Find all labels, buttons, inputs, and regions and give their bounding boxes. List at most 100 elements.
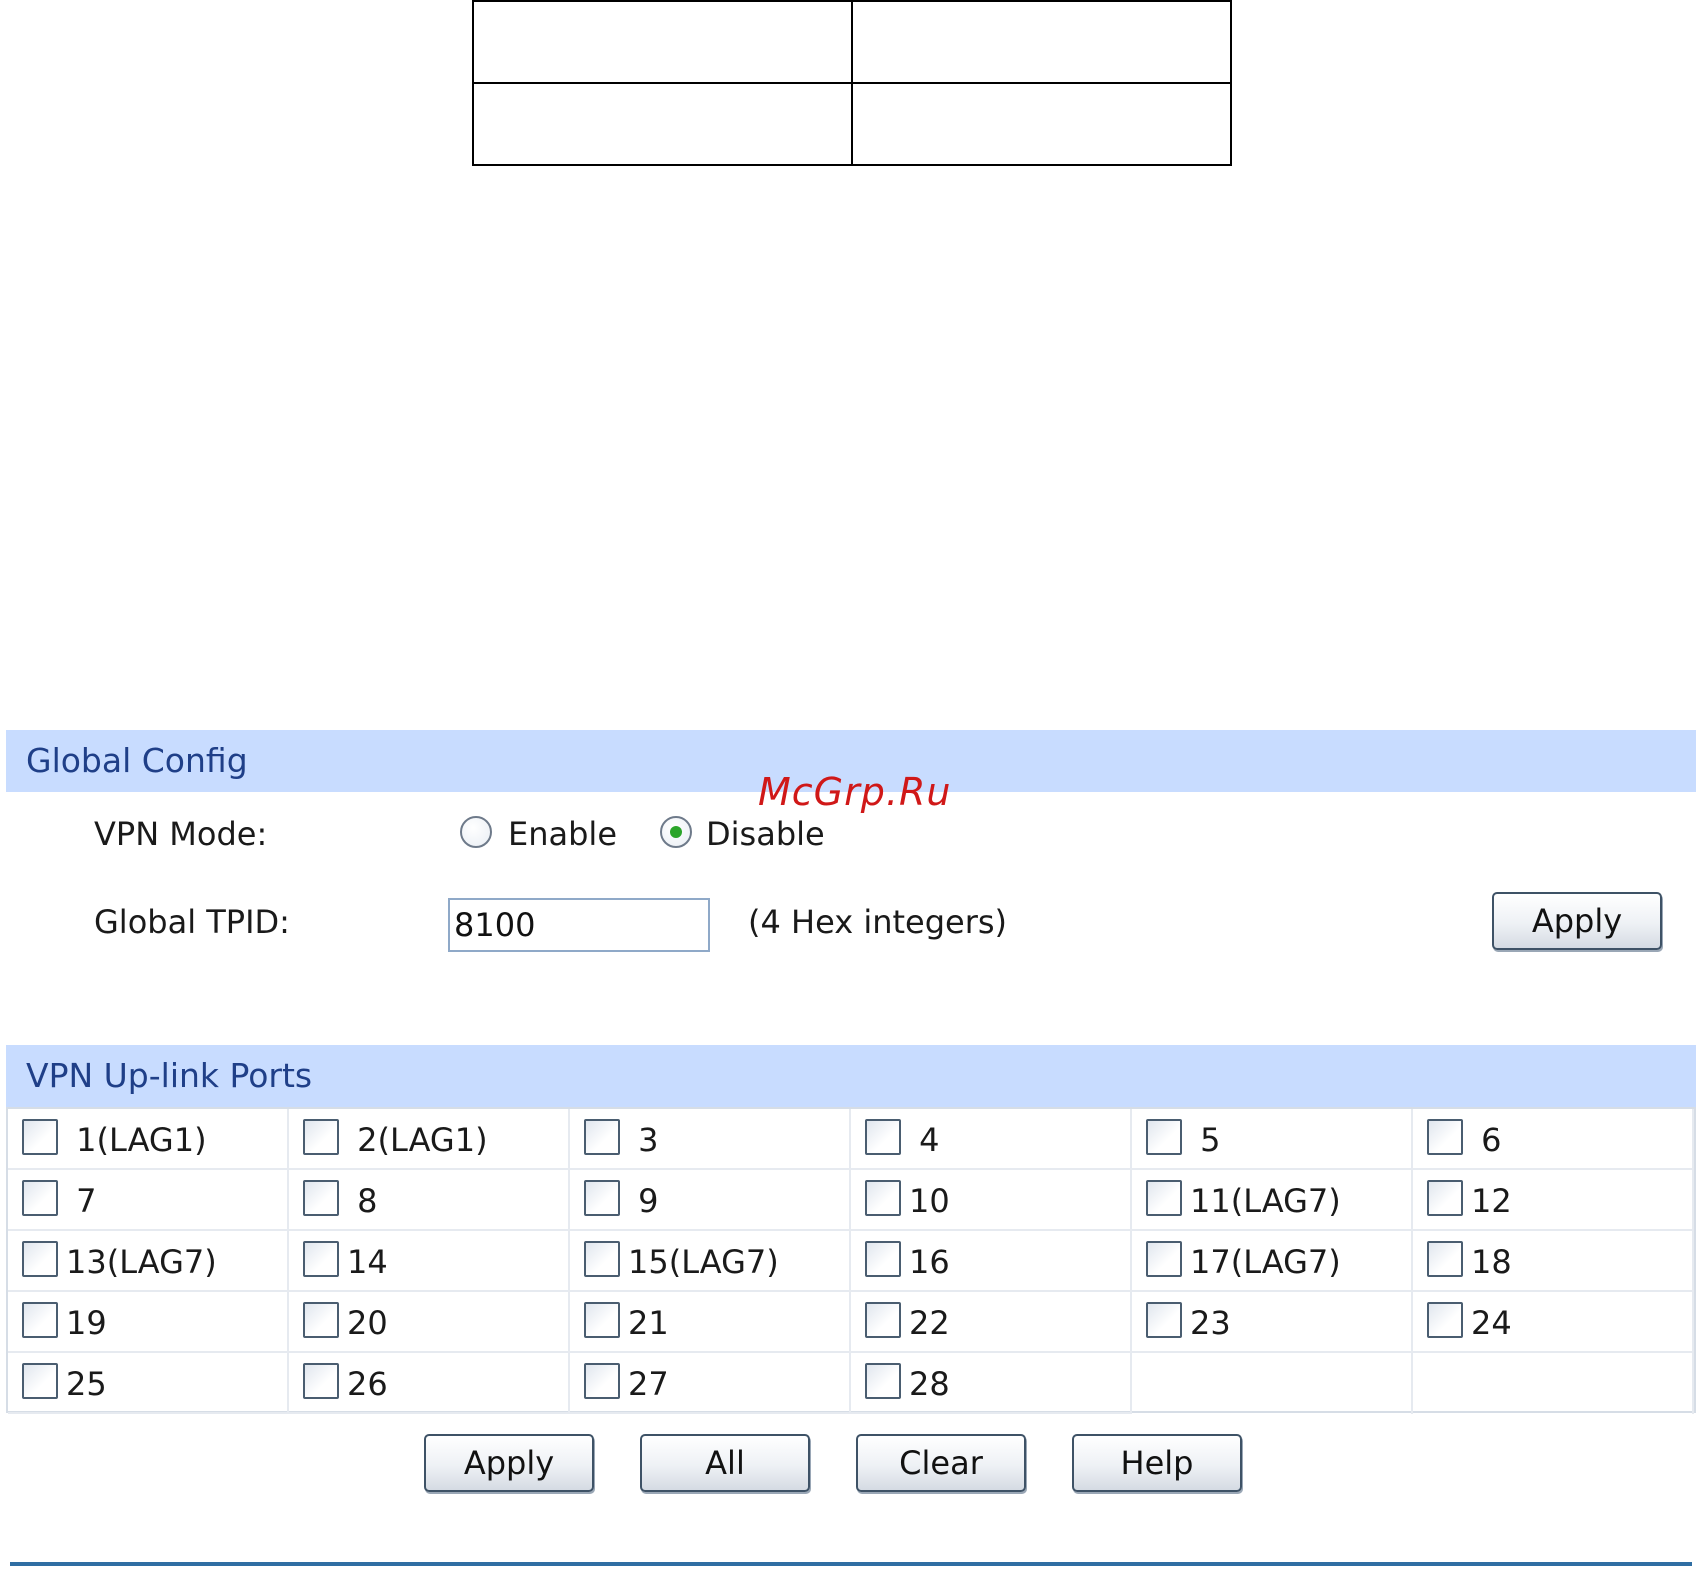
- port-checkbox[interactable]: [584, 1302, 620, 1338]
- document-empty-table: [472, 0, 1232, 166]
- port-cell[interactable]: 27: [570, 1353, 851, 1414]
- port-cell[interactable]: 5: [1132, 1109, 1413, 1170]
- port-cell[interactable]: 22: [851, 1292, 1132, 1353]
- port-label: 19: [66, 1304, 107, 1342]
- port-cell[interactable]: 16: [851, 1231, 1132, 1292]
- port-cell[interactable]: 15(LAG7): [570, 1231, 851, 1292]
- port-checkbox[interactable]: [1146, 1302, 1182, 1338]
- port-checkbox[interactable]: [865, 1180, 901, 1216]
- port-checkbox[interactable]: [22, 1180, 58, 1216]
- port-checkbox[interactable]: [22, 1241, 58, 1277]
- port-checkbox[interactable]: [303, 1119, 339, 1155]
- port-checkbox[interactable]: [303, 1302, 339, 1338]
- vpn-uplink-ports-title: VPN Up-link Ports: [26, 1056, 313, 1095]
- port-cell[interactable]: 13(LAG7): [8, 1231, 289, 1292]
- port-cell[interactable]: 14: [289, 1231, 570, 1292]
- port-label: 18: [1471, 1243, 1512, 1281]
- port-checkbox[interactable]: [1427, 1241, 1463, 1277]
- port-cell[interactable]: 3: [570, 1109, 851, 1170]
- port-cell[interactable]: 19: [8, 1292, 289, 1353]
- watermark: McGrp.Ru: [758, 770, 952, 814]
- table-cell: [472, 82, 853, 166]
- table-cell: [472, 0, 853, 84]
- port-cell[interactable]: 28: [851, 1353, 1132, 1414]
- port-checkbox[interactable]: [865, 1302, 901, 1338]
- port-checkbox[interactable]: [865, 1241, 901, 1277]
- port-cell[interactable]: 8: [289, 1170, 570, 1231]
- port-cell[interactable]: 21: [570, 1292, 851, 1353]
- global-config-title: Global Config: [26, 741, 248, 780]
- port-cell[interactable]: 18: [1413, 1231, 1694, 1292]
- global-apply-button[interactable]: Apply: [1492, 892, 1662, 950]
- port-label: 27: [628, 1365, 669, 1403]
- port-cell[interactable]: 23: [1132, 1292, 1413, 1353]
- port-cell[interactable]: 20: [289, 1292, 570, 1353]
- port-cell[interactable]: 26: [289, 1353, 570, 1414]
- clear-button[interactable]: Clear: [856, 1434, 1026, 1492]
- port-label: 24: [1471, 1304, 1512, 1342]
- port-label: 14: [347, 1243, 388, 1281]
- port-cell[interactable]: 25: [8, 1353, 289, 1414]
- port-label: 7: [66, 1182, 97, 1220]
- port-checkbox[interactable]: [303, 1180, 339, 1216]
- global-tpid-input[interactable]: [448, 898, 710, 952]
- port-checkbox[interactable]: [865, 1119, 901, 1155]
- port-label: 2(LAG1): [347, 1121, 488, 1159]
- select-all-button[interactable]: All: [640, 1434, 810, 1492]
- vpn-mode-disable-radio[interactable]: [660, 816, 692, 848]
- vpn-uplink-ports-header: VPN Up-link Ports: [6, 1045, 1696, 1107]
- port-checkbox[interactable]: [1146, 1180, 1182, 1216]
- apply-button[interactable]: Apply: [424, 1434, 594, 1492]
- vpn-mode-disable-label[interactable]: Disable: [706, 815, 825, 853]
- vpn-mode-enable-radio[interactable]: [460, 816, 492, 848]
- port-checkbox[interactable]: [1146, 1119, 1182, 1155]
- port-cell[interactable]: 7: [8, 1170, 289, 1231]
- port-cell[interactable]: 9: [570, 1170, 851, 1231]
- ports-grid: 1(LAG1) 2(LAG1) 3 4 5 6 7 8 9 10 11(LAG7) 1…: [6, 1107, 1696, 1414]
- port-label: 10: [909, 1182, 950, 1220]
- port-checkbox[interactable]: [1427, 1302, 1463, 1338]
- port-label: 15(LAG7): [628, 1243, 779, 1281]
- port-checkbox[interactable]: [865, 1363, 901, 1399]
- port-checkbox[interactable]: [303, 1363, 339, 1399]
- table-cell: [851, 0, 1232, 84]
- port-checkbox[interactable]: [22, 1363, 58, 1399]
- port-label: 3: [628, 1121, 659, 1159]
- port-checkbox[interactable]: [1146, 1241, 1182, 1277]
- port-cell[interactable]: 12: [1413, 1170, 1694, 1231]
- empty-cell: [1132, 1353, 1413, 1414]
- port-checkbox[interactable]: [584, 1119, 620, 1155]
- port-cell[interactable]: 1(LAG1): [8, 1109, 289, 1170]
- port-label: 23: [1190, 1304, 1231, 1342]
- port-cell[interactable]: 24: [1413, 1292, 1694, 1353]
- port-label: 21: [628, 1304, 669, 1342]
- port-cell[interactable]: 10: [851, 1170, 1132, 1231]
- port-checkbox[interactable]: [1427, 1119, 1463, 1155]
- port-checkbox[interactable]: [22, 1119, 58, 1155]
- port-label: 20: [347, 1304, 388, 1342]
- port-label: 8: [347, 1182, 378, 1220]
- port-label: 5: [1190, 1121, 1221, 1159]
- port-cell[interactable]: 2(LAG1): [289, 1109, 570, 1170]
- port-cell[interactable]: 11(LAG7): [1132, 1170, 1413, 1231]
- port-label: 12: [1471, 1182, 1512, 1220]
- port-cell[interactable]: 4: [851, 1109, 1132, 1170]
- port-label: 1(LAG1): [66, 1121, 207, 1159]
- port-label: 17(LAG7): [1190, 1243, 1341, 1281]
- vpn-mode-enable-label[interactable]: Enable: [508, 815, 617, 853]
- tpid-hint: (4 Hex integers): [748, 903, 1008, 941]
- vpn-mode-label: VPN Mode:: [94, 815, 268, 853]
- help-button[interactable]: Help: [1072, 1434, 1242, 1492]
- port-checkbox[interactable]: [303, 1241, 339, 1277]
- empty-cell: [1413, 1353, 1694, 1414]
- port-checkbox[interactable]: [584, 1363, 620, 1399]
- port-cell[interactable]: 17(LAG7): [1132, 1231, 1413, 1292]
- port-label: 26: [347, 1365, 388, 1403]
- port-checkbox[interactable]: [22, 1302, 58, 1338]
- port-label: 13(LAG7): [66, 1243, 217, 1281]
- port-checkbox[interactable]: [584, 1180, 620, 1216]
- port-checkbox[interactable]: [1427, 1180, 1463, 1216]
- table-cell: [851, 82, 1232, 166]
- port-cell[interactable]: 6: [1413, 1109, 1694, 1170]
- port-checkbox[interactable]: [584, 1241, 620, 1277]
